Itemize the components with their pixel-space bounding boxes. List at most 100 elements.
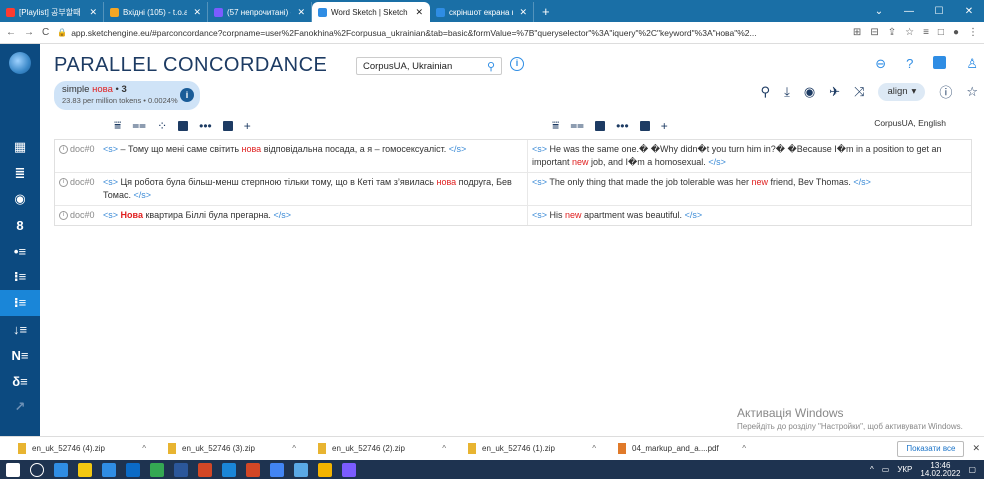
sort-icon[interactable]: ↓≡ [0,316,40,342]
powerpoint-icon[interactable] [198,462,212,477]
browser-tab[interactable]: скріншот екрана на компі - По ✕ [430,2,534,22]
summary-info-icon[interactable]: i [180,88,194,102]
more-icon[interactable]: ••• [199,119,212,133]
download-options-icon[interactable]: ^ [292,444,296,453]
download-item[interactable]: en_uk_52746 (4).zip ^ [18,443,168,454]
url-field[interactable]: 🔒 app.sketchengine.eu/#parconcordance?co… [57,28,845,38]
doc-info-icon[interactable]: i [59,211,68,220]
add-corpus-icon[interactable]: + [661,119,668,133]
close-tab-icon[interactable]: ✕ [415,7,423,18]
download-options-icon[interactable]: ^ [742,444,746,453]
close-window-icon[interactable]: ✕ [954,6,984,17]
sort-left-icon[interactable]: ⩸ [114,118,121,133]
notification-icon[interactable]: ▢ [968,465,976,474]
view-icon[interactable]: ◉ [804,84,815,100]
explorer-icon[interactable] [78,462,92,477]
list-icon[interactable]: ≣ [0,160,40,186]
sort-right-icon[interactable]: ⩸ [552,118,559,133]
help-icon[interactable]: ? [906,56,913,72]
add-column-icon[interactable]: + [244,119,251,133]
telegram-icon[interactable] [294,462,308,477]
back-icon[interactable]: ← [6,27,16,38]
minimize-icon[interactable]: — [894,6,924,17]
chrome-icon[interactable] [150,462,164,477]
sketch-engine-logo[interactable] [0,44,40,82]
search-icon[interactable]: ⚲ [487,60,495,73]
share-icon[interactable]: ⇪ [888,27,896,38]
filter-right-icon[interactable]: ⩵ [570,118,584,133]
feedback-icon[interactable] [933,56,947,69]
info-icon[interactable]: ⓘ [939,82,952,101]
reading-list-icon[interactable]: ≡ [923,27,929,38]
corpus-info-icon[interactable]: i [510,57,524,71]
close-tab-icon[interactable]: ✕ [193,7,201,18]
doc-reference[interactable]: i doc#0 [59,176,103,202]
zoom-search-icon[interactable]: ⚲ [761,84,771,100]
user-icon[interactable]: ♙ [966,56,978,72]
ngram-n-icon[interactable]: N≡ [0,342,40,368]
kwic-keyword[interactable]: new [565,210,582,220]
kwic-keyword[interactable]: нова [242,144,262,154]
download-item[interactable]: en_uk_52746 (1).zip ^ [468,443,618,454]
parallel-icon[interactable]: ⁝≡ [0,290,40,316]
app-y-icon[interactable] [318,462,332,477]
download-options-icon[interactable]: ^ [592,444,596,453]
frequency-icon[interactable] [222,120,233,131]
doc-info-icon[interactable]: i [59,178,68,187]
reload-icon[interactable]: C [42,27,49,38]
network-icon[interactable]: ▭ [882,465,890,474]
install-icon[interactable]: ⊟ [870,27,878,38]
forward-icon[interactable]: → [24,27,34,38]
ngram-icon[interactable]: 8 [0,212,40,238]
menu-icon[interactable]: ⋮ [968,27,978,38]
browser-tab[interactable]: (57 непрочитані) - anokhina_m ✕ [208,2,312,22]
more-right-icon[interactable]: ••• [616,119,629,133]
chrome2-icon[interactable] [270,462,284,477]
translate-icon[interactable]: ⊞ [853,27,861,38]
filter-icon[interactable]: ⩵ [132,118,146,133]
tab-search-icon[interactable]: ⌄ [864,6,894,17]
sidepanel-icon[interactable]: □ [938,27,944,38]
kwic-keyword[interactable]: new [751,177,768,187]
show-all-button[interactable]: Показати все [897,440,965,457]
doc-info-icon[interactable]: i [59,145,68,154]
windows-start-icon[interactable] [6,462,20,477]
app-p-icon[interactable] [222,462,236,477]
input-language[interactable]: УКР [897,465,912,474]
text-type-icon[interactable] [178,120,189,131]
store-icon[interactable] [102,462,116,477]
word-icon[interactable] [174,462,188,477]
profile-icon[interactable]: ● [953,27,959,38]
kwic-keyword[interactable]: нова [436,177,456,187]
app-p2-icon[interactable] [246,462,260,477]
close-tab-icon[interactable]: ✕ [89,7,97,18]
browser-tab[interactable]: Вхідні (105) - t.o.anokhina@npu ✕ [104,2,208,22]
trend-icon[interactable]: ↗ [0,394,40,420]
browser-tab[interactable]: [Playlist] 공부할때 듣기 좋은 ♦ ✕ [0,2,104,22]
tray-arrow-icon[interactable]: ^ [870,465,874,474]
kwic-keyword[interactable]: new [572,157,589,167]
browser-tab[interactable]: Word Sketch | Sketch Engine ✕ [312,2,430,22]
download-options-icon[interactable]: ^ [142,444,146,453]
kwic-keyword[interactable]: Нова [121,210,143,220]
app-v-icon[interactable] [342,462,356,477]
align-dropdown[interactable]: align ▾ [878,82,926,101]
new-tab-button[interactable]: + [534,2,558,22]
close-tab-icon[interactable]: ✕ [297,7,305,18]
search-taskbar-icon[interactable] [30,462,44,477]
kwic-icon[interactable]: ⁘ [157,119,167,133]
download-options-icon[interactable]: ^ [442,444,446,453]
star-icon[interactable]: ☆ [905,27,914,38]
download-item[interactable]: en_uk_52746 (2).zip ^ [318,443,468,454]
download-item[interactable]: en_uk_52746 (3).zip ^ [168,443,318,454]
doc-reference[interactable]: i doc#0 [59,209,103,222]
close-shelf-icon[interactable]: ✕ [972,443,980,454]
mail-icon[interactable] [126,462,140,477]
task-view-icon[interactable] [54,462,68,477]
download-icon[interactable]: ⤓ [784,84,790,100]
maximize-icon[interactable]: ☐ [924,6,954,17]
bullets-icon[interactable]: •≡ [0,238,40,264]
doc-reference[interactable]: i doc#0 [59,143,103,169]
link-icon[interactable]: ⊖ [875,56,886,72]
favorite-icon[interactable]: ☆ [966,84,978,100]
